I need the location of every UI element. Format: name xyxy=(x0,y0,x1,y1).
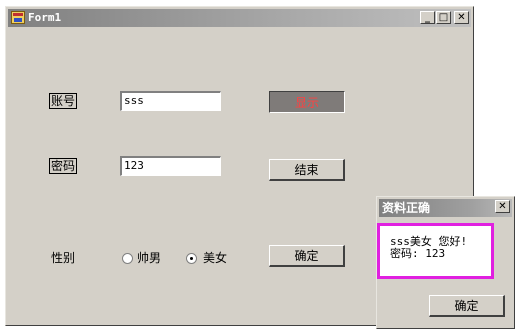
dialog-title-bar[interactable]: 资料正确 ✕ xyxy=(379,199,512,217)
end-button[interactable]: 结束 xyxy=(269,159,345,181)
radio-handsome-label[interactable]: 帅男 xyxy=(137,250,161,266)
show-button[interactable]: 显示 xyxy=(269,91,345,113)
dialog-message: sss美女 您好! 密码: 123 xyxy=(390,236,467,260)
radio-beauty[interactable] xyxy=(186,253,197,264)
password-label: 密码 xyxy=(49,158,78,174)
gender-label: 性别 xyxy=(51,251,76,265)
account-label: 账号 xyxy=(49,93,78,109)
minimize-button[interactable]: _ xyxy=(420,11,435,24)
maximize-button[interactable]: □ xyxy=(436,11,451,24)
app-icon[interactable] xyxy=(11,11,25,24)
message-dialog: 资料正确 ✕ sss美女 您好! 密码: 123 确定 xyxy=(376,196,515,329)
dialog-message-line2: 密码: 123 xyxy=(390,247,446,260)
show-button-label: 显示 xyxy=(294,95,319,110)
window-title: Form1 xyxy=(28,11,62,24)
close-icon: ✕ xyxy=(498,200,507,212)
confirm-button-label: 确定 xyxy=(294,249,319,263)
title-bar[interactable]: Form1 _ □ ✕ xyxy=(8,9,471,27)
dialog-close-button[interactable]: ✕ xyxy=(495,200,510,213)
maximize-icon: □ xyxy=(438,11,449,23)
confirm-button[interactable]: 确定 xyxy=(269,245,345,267)
radio-beauty-label[interactable]: 美女 xyxy=(203,250,227,266)
dialog-ok-button[interactable]: 确定 xyxy=(429,295,505,317)
end-button-label: 结束 xyxy=(294,163,319,177)
password-input[interactable]: 123 xyxy=(120,156,221,176)
radio-handsome[interactable] xyxy=(122,253,133,264)
minimize-icon: _ xyxy=(425,11,430,23)
dialog-title: 资料正确 xyxy=(382,201,431,215)
dialog-ok-label: 确定 xyxy=(454,299,479,313)
close-button[interactable]: ✕ xyxy=(454,11,469,24)
close-icon: ✕ xyxy=(457,11,466,23)
dialog-message-highlight: sss美女 您好! 密码: 123 xyxy=(377,223,494,279)
account-input[interactable]: sss xyxy=(120,91,221,111)
